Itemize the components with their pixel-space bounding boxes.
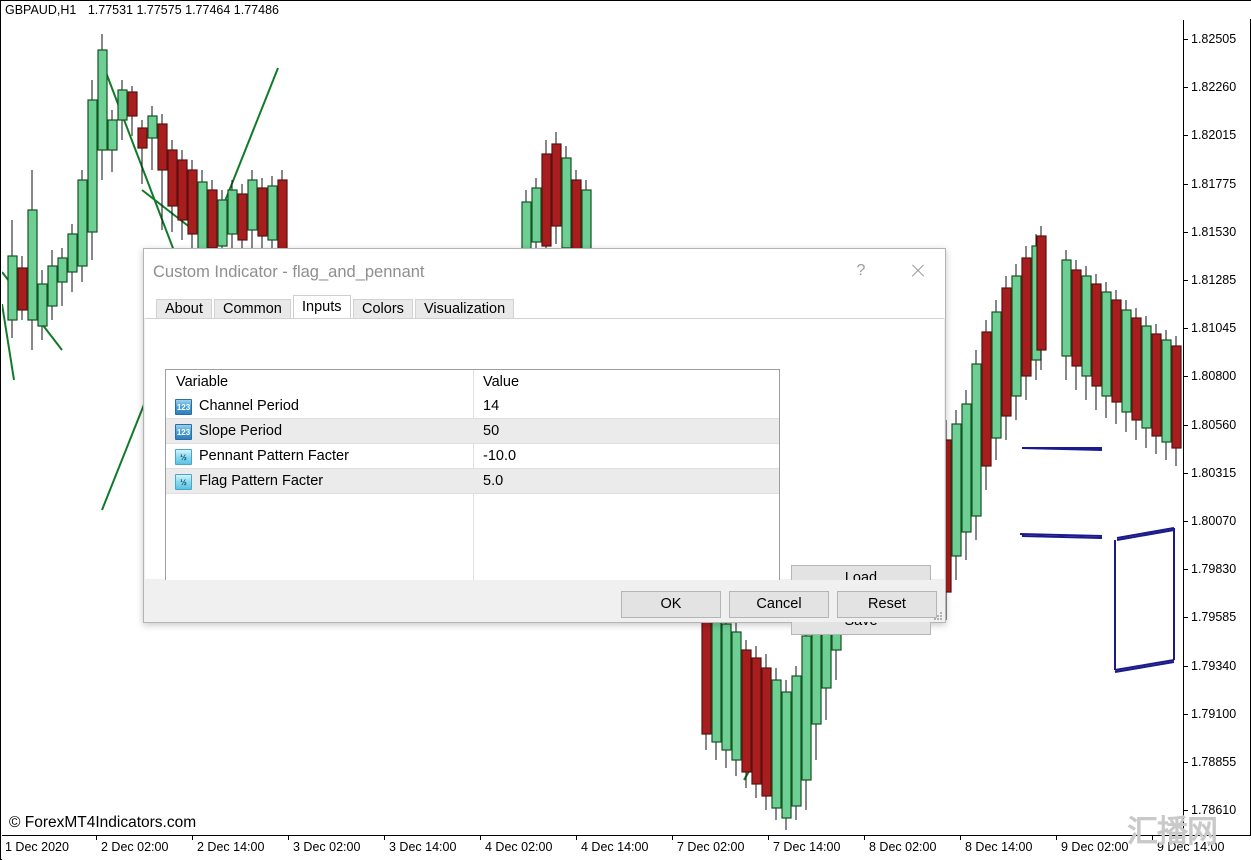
fraction-type-icon: ½ — [175, 449, 192, 465]
price-tick-label: 1.80070 — [1184, 514, 1236, 528]
price-tick-label: 1.79100 — [1184, 707, 1236, 721]
resize-grip[interactable] — [934, 612, 943, 621]
table-row[interactable]: ½ Flag Pattern Facter 5.0 — [166, 469, 779, 494]
time-tick-label: 4 Dec 02:00 — [485, 838, 552, 856]
integer-type-icon: 123 — [175, 399, 192, 415]
dialog-tab-strip[interactable]: AboutCommonInputsColorsVisualization — [144, 294, 945, 318]
price-tick-label: 1.81775 — [1184, 177, 1236, 191]
chart-watermark: 汇播网 — [1127, 815, 1217, 849]
time-tick-label: 3 Dec 14:00 — [389, 838, 456, 856]
price-tick-label: 1.82260 — [1184, 80, 1236, 94]
price-tick-label: 1.79585 — [1184, 610, 1236, 624]
ok-button[interactable]: OK — [621, 591, 721, 618]
table-row[interactable]: 123 Channel Period 14 — [166, 394, 779, 419]
time-tick-label: 2 Dec 02:00 — [101, 838, 168, 856]
help-button[interactable]: ? — [846, 257, 876, 285]
table-row[interactable]: 123 Slope Period 50 — [166, 419, 779, 444]
price-tick-label: 1.81285 — [1184, 273, 1236, 287]
parameters-table[interactable]: VariableValue 123 Channel Period 14 123 Slope… — [165, 369, 780, 612]
parameter-name-cell: 123 Channel Period — [166, 394, 473, 419]
dialog-titlebar[interactable]: Custom Indicator - flag_and_pennant ? — [144, 249, 945, 294]
time-tick-label: 4 Dec 14:00 — [581, 838, 648, 856]
tab-inputs[interactable]: Inputs — [293, 295, 351, 318]
dialog-footer-bar: OK Cancel Reset — [145, 580, 944, 622]
price-axis[interactable]: 1.82505 1.82260 1.82015 1.81775 1.81530 1.812… — [1183, 20, 1251, 834]
header-variable: Variable — [166, 370, 473, 395]
parameter-label: Channel Period — [199, 394, 299, 419]
price-tick-label: 1.82015 — [1184, 128, 1236, 142]
price-tick-label: 1.80800 — [1184, 369, 1236, 383]
price-tick-label: 1.80315 — [1184, 466, 1236, 480]
custom-indicator-dialog: Custom Indicator - flag_and_pennant ? Ab… — [143, 248, 946, 623]
close-icon — [910, 263, 925, 278]
chart-ohlc-values: 1.77531 1.77575 1.77464 1.77486 — [88, 3, 279, 17]
header-value: Value — [473, 370, 779, 395]
close-button[interactable] — [902, 257, 932, 285]
price-tick-label: 1.79830 — [1184, 562, 1236, 576]
time-tick-label: 8 Dec 02:00 — [869, 838, 936, 856]
parameter-label: Flag Pattern Facter — [199, 469, 323, 494]
parameter-value-cell[interactable]: 5.0 — [473, 469, 779, 494]
time-tick-label: 1 Dec 2020 — [5, 838, 69, 856]
dialog-title: Custom Indicator - flag_and_pennant — [153, 262, 425, 282]
parameter-value-cell[interactable]: -10.0 — [473, 444, 779, 469]
time-tick-label: 2 Dec 14:00 — [197, 838, 264, 856]
fraction-type-icon: ½ — [175, 474, 192, 490]
price-tick-label: 1.82505 — [1184, 32, 1236, 46]
price-tick-label: 1.81045 — [1184, 321, 1236, 335]
parameter-name-cell: 123 Slope Period — [166, 419, 473, 444]
time-tick-label: 7 Dec 14:00 — [773, 838, 840, 856]
parameter-name-cell: ½ Pennant Pattern Facter — [166, 444, 473, 469]
cancel-button[interactable]: Cancel — [729, 591, 829, 618]
price-tick-label: 1.78855 — [1184, 755, 1236, 769]
time-tick-label: 9 Dec 02:00 — [1061, 838, 1128, 856]
table-row[interactable]: ½ Pennant Pattern Facter -10.0 — [166, 444, 779, 469]
tab-about[interactable]: About — [156, 299, 212, 318]
integer-type-icon: 123 — [175, 424, 192, 440]
parameter-label: Pennant Pattern Facter — [199, 444, 349, 469]
reset-button[interactable]: Reset — [837, 591, 937, 618]
time-tick-label: 8 Dec 14:00 — [965, 838, 1032, 856]
chart-symbol-label: GBPAUD,H1 — [5, 3, 76, 17]
price-tick-label: 1.79340 — [1184, 659, 1236, 673]
time-tick-label: 3 Dec 02:00 — [293, 838, 360, 856]
parameter-value-cell[interactable]: 50 — [473, 419, 779, 444]
parameter-name-cell: ½ Flag Pattern Facter — [166, 469, 473, 494]
time-axis[interactable]: 1 Dec 2020 2 Dec 02:00 2 Dec 14:00 3 Dec 02… — [2, 835, 1251, 860]
tab-colors[interactable]: Colors — [353, 299, 413, 318]
tab-common[interactable]: Common — [214, 299, 291, 318]
chart-quote-bar: GBPAUD,H1 1.77531 1.77575 1.77464 1.7748… — [1, 1, 1251, 19]
time-tick-label: 7 Dec 02:00 — [677, 838, 744, 856]
chart-footer-credit: © ForexMT4Indicators.com — [9, 812, 196, 834]
parameter-label: Slope Period — [199, 419, 282, 444]
price-tick-label: 1.81530 — [1184, 225, 1236, 239]
table-header-row: VariableValue — [166, 370, 779, 394]
parameter-value-cell[interactable]: 14 — [473, 394, 779, 419]
price-tick-label: 1.80560 — [1184, 418, 1236, 432]
tab-visualization[interactable]: Visualization — [415, 299, 514, 318]
row-separator — [166, 493, 779, 494]
dialog-content-panel: VariableValue 123 Channel Period 14 123 Slope… — [145, 318, 944, 579]
